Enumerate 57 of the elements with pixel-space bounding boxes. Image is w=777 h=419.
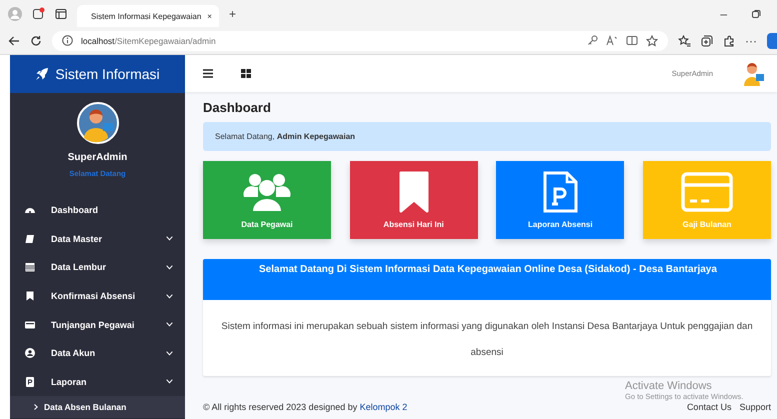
avatar-icon[interactable] — [741, 62, 765, 86]
close-tab-button[interactable]: × — [207, 12, 212, 20]
more-menu-button[interactable]: ··· — [745, 34, 757, 48]
chevron-right-icon — [34, 404, 38, 410]
workspaces-icon[interactable] — [32, 7, 45, 20]
sidebar-subitem[interactable]: Data Absen Bulanan — [10, 396, 185, 418]
welcome-alert: Selamat Datang, Admin Kepegawaian — [203, 122, 771, 151]
star-icon[interactable] — [646, 34, 658, 46]
restore-icon[interactable] — [751, 8, 761, 18]
document-icon — [24, 376, 36, 388]
browser-tab[interactable]: Sistem Informasi Kepegawaian × — [77, 5, 219, 27]
menu-icon[interactable] — [203, 69, 213, 78]
panel-text: Sistem informasi ini merupakan sebuah sistem informasi yang digunakan oleh Instansi Desa Bantarjaya Untuk penggajian dan absensi — [220, 320, 754, 360]
activation-title: Activate Windows — [625, 380, 713, 392]
sidebar-item[interactable]: Tunjangan Pegawai — [10, 310, 185, 339]
bookmark-icon — [396, 171, 431, 213]
document-p-icon — [542, 171, 579, 213]
brand-title: Sistem Informasi — [55, 66, 160, 82]
sidebar-item[interactable]: Data Akun — [10, 338, 185, 368]
sidebar-item[interactable]: Konfirmasi Absensi — [10, 282, 185, 310]
new-tab-button[interactable]: + — [229, 6, 236, 20]
minimize-button[interactable]: – — [720, 6, 727, 20]
copilot-button[interactable] — [767, 32, 777, 48]
user-name: SuperAdmin — [68, 152, 128, 163]
footer-link[interactable]: Contact Us — [686, 402, 732, 412]
bookmark-icon — [24, 290, 36, 302]
info-icon[interactable] — [62, 35, 73, 46]
sidebar-item[interactable]: Dashboard — [10, 196, 185, 225]
tab-actions-icon[interactable] — [55, 8, 67, 20]
dashboard-card[interactable]: Laporan Absensi — [496, 161, 624, 239]
sidebar-item[interactable]: Data Lembur — [10, 253, 185, 282]
footer-text: © All rights reserved 2023 designed by Kelompok 2 — [203, 402, 408, 412]
footer-link[interactable]: Support — [739, 402, 771, 412]
people-icon — [242, 171, 292, 213]
credit-card-icon — [680, 171, 733, 213]
tab-title: Sistem Informasi Kepegawaian — [91, 12, 202, 20]
address-bar[interactable]: localhost/SitemKepegawaian/admin — [52, 30, 668, 50]
sidebar-item[interactable]: Laporan — [10, 368, 185, 396]
collections-icon[interactable] — [701, 34, 713, 46]
url-text: localhost/SitemKepegawaian/admin — [81, 36, 217, 46]
back-arrow-icon[interactable] — [8, 34, 20, 46]
split-screen-icon[interactable] — [626, 35, 638, 46]
panel-heading: Selamat Datang Di Sistem Informasi Data Kepegawaian Online Desa (Sidakod) - Desa Bantarjaya — [203, 259, 771, 300]
page-title: Dashboard — [203, 100, 272, 115]
user-icon — [24, 347, 36, 360]
avatar-icon — [76, 102, 118, 144]
extensions-icon[interactable] — [723, 34, 735, 46]
read-aloud-icon[interactable] — [606, 35, 618, 46]
favorites-icon[interactable] — [678, 34, 691, 46]
sidebar-item[interactable]: Data Master — [10, 224, 185, 254]
grid-icon[interactable] — [241, 69, 251, 78]
reload-icon[interactable] — [30, 34, 42, 46]
key-icon[interactable] — [587, 35, 598, 46]
rocket-icon — [35, 67, 50, 81]
credit-card-icon — [24, 318, 36, 331]
dashboard-card[interactable]: Absensi Hari Ini — [350, 161, 478, 239]
footer-link[interactable]: Kelompok 2 — [360, 402, 408, 412]
